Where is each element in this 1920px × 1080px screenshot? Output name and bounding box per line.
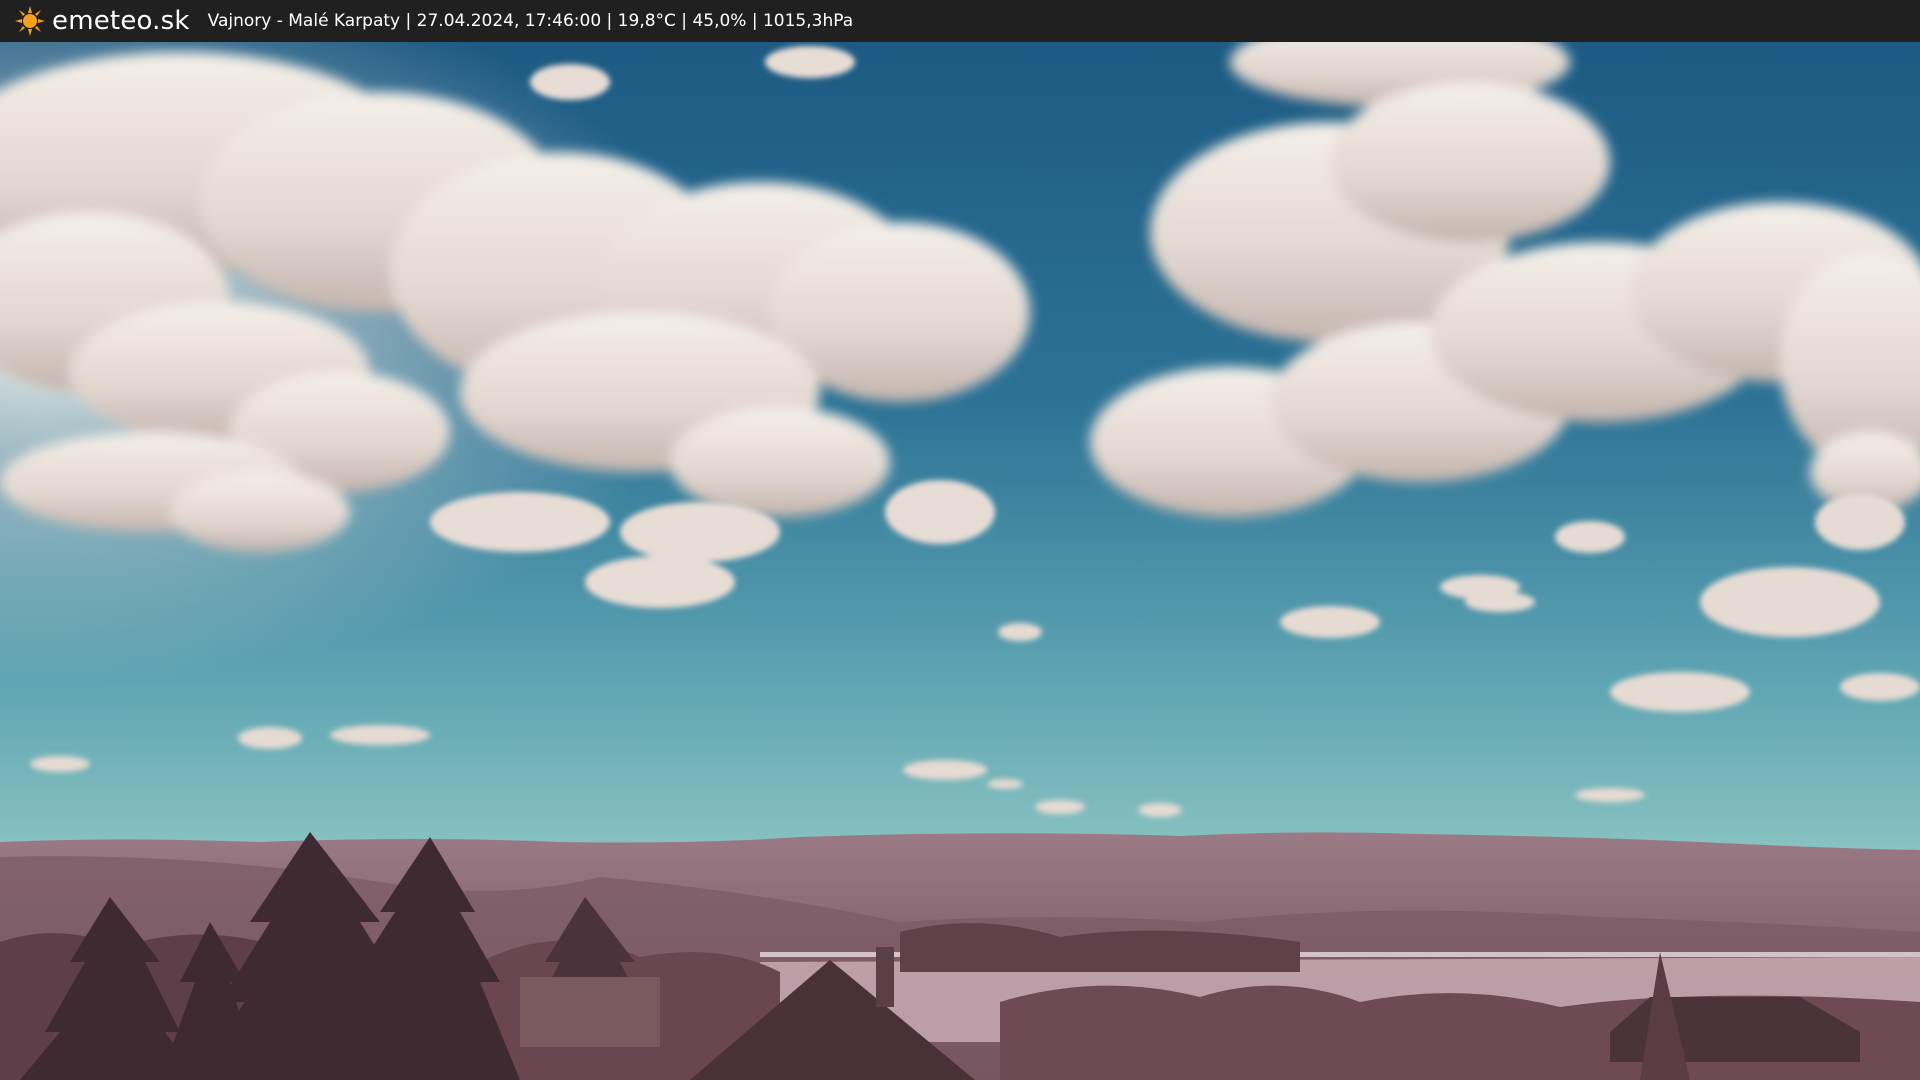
webcam-image bbox=[0, 42, 1920, 1080]
header-bar: emeteo.sk Vajnory - Malé Karpaty | 27.04… bbox=[0, 0, 1920, 42]
brand-logo[interactable]: emeteo.sk bbox=[14, 5, 190, 37]
weather-info: Vajnory - Malé Karpaty | 27.04.2024, 17:… bbox=[207, 11, 854, 31]
brand-name: emeteo.sk bbox=[52, 6, 190, 36]
webcam-frame: emeteo.sk Vajnory - Malé Karpaty | 27.04… bbox=[0, 0, 1920, 1080]
sun-icon bbox=[15, 6, 45, 36]
roof-left bbox=[520, 977, 660, 1047]
chimney bbox=[876, 947, 894, 1007]
